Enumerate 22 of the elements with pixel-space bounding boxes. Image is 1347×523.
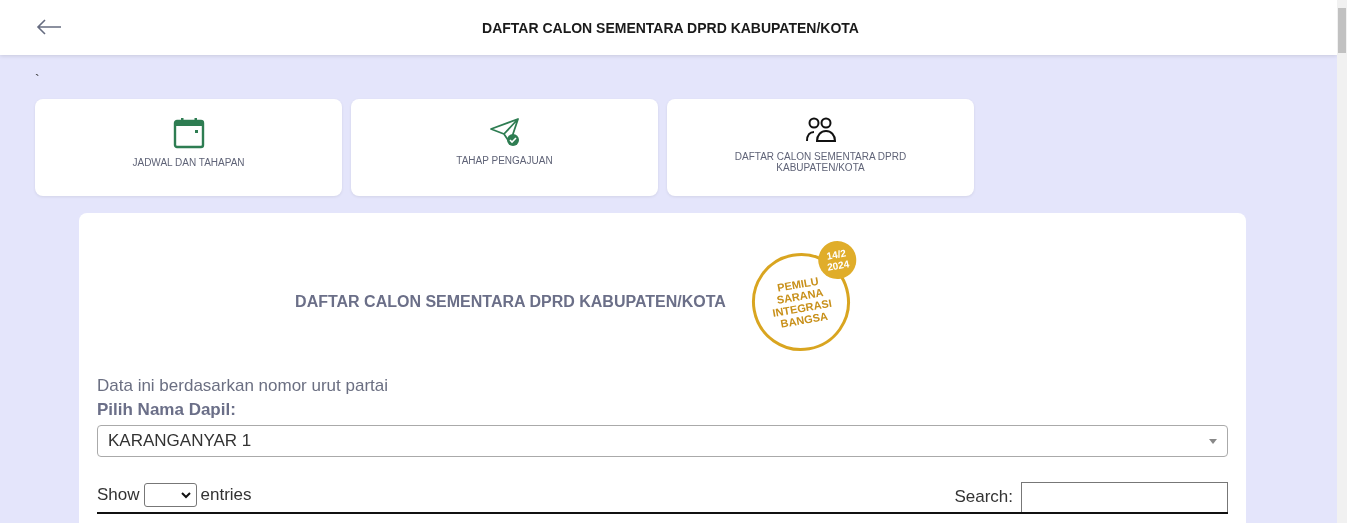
send-check-icon [488, 117, 521, 147]
panel-title: DAFTAR CALON SEMENTARA DPRD KABUPATEN/KOTA [295, 293, 726, 311]
entries-label: entries [200, 485, 252, 505]
dapil-label: Pilih Nama Dapil: [97, 400, 237, 420]
search-field[interactable] [1021, 482, 1228, 512]
search-label: Search: [954, 487, 1013, 507]
stray-mark: ` [35, 73, 41, 90]
show-label: Show [97, 485, 140, 505]
dropdown-caret-icon [1209, 438, 1217, 444]
chevron-down-icon [180, 491, 191, 499]
back-arrow-icon [36, 19, 62, 35]
info-text: Data ini berdasarkan nomor urut partai [97, 376, 390, 396]
menu-card[interactable]: DAFTAR CALON SEMENTARA DPRD KABUPATEN/KOTA [667, 99, 974, 196]
page-title: DAFTAR CALON SEMENTARA DPRD KABUPATEN/KOTA [481, 19, 859, 36]
entries-select[interactable] [143, 483, 197, 507]
people-icon [804, 117, 837, 143]
scrollbar[interactable] [1337, 0, 1347, 523]
menu-card[interactable]: JADWAL DAN TAHAPAN [35, 99, 342, 196]
back-button[interactable] [34, 17, 64, 37]
calendar-icon [172, 117, 205, 149]
dapil-select[interactable]: KARANGANYAR 1 [97, 425, 1228, 457]
menu-card[interactable]: TAHAP PENGAJUAN [351, 99, 658, 196]
